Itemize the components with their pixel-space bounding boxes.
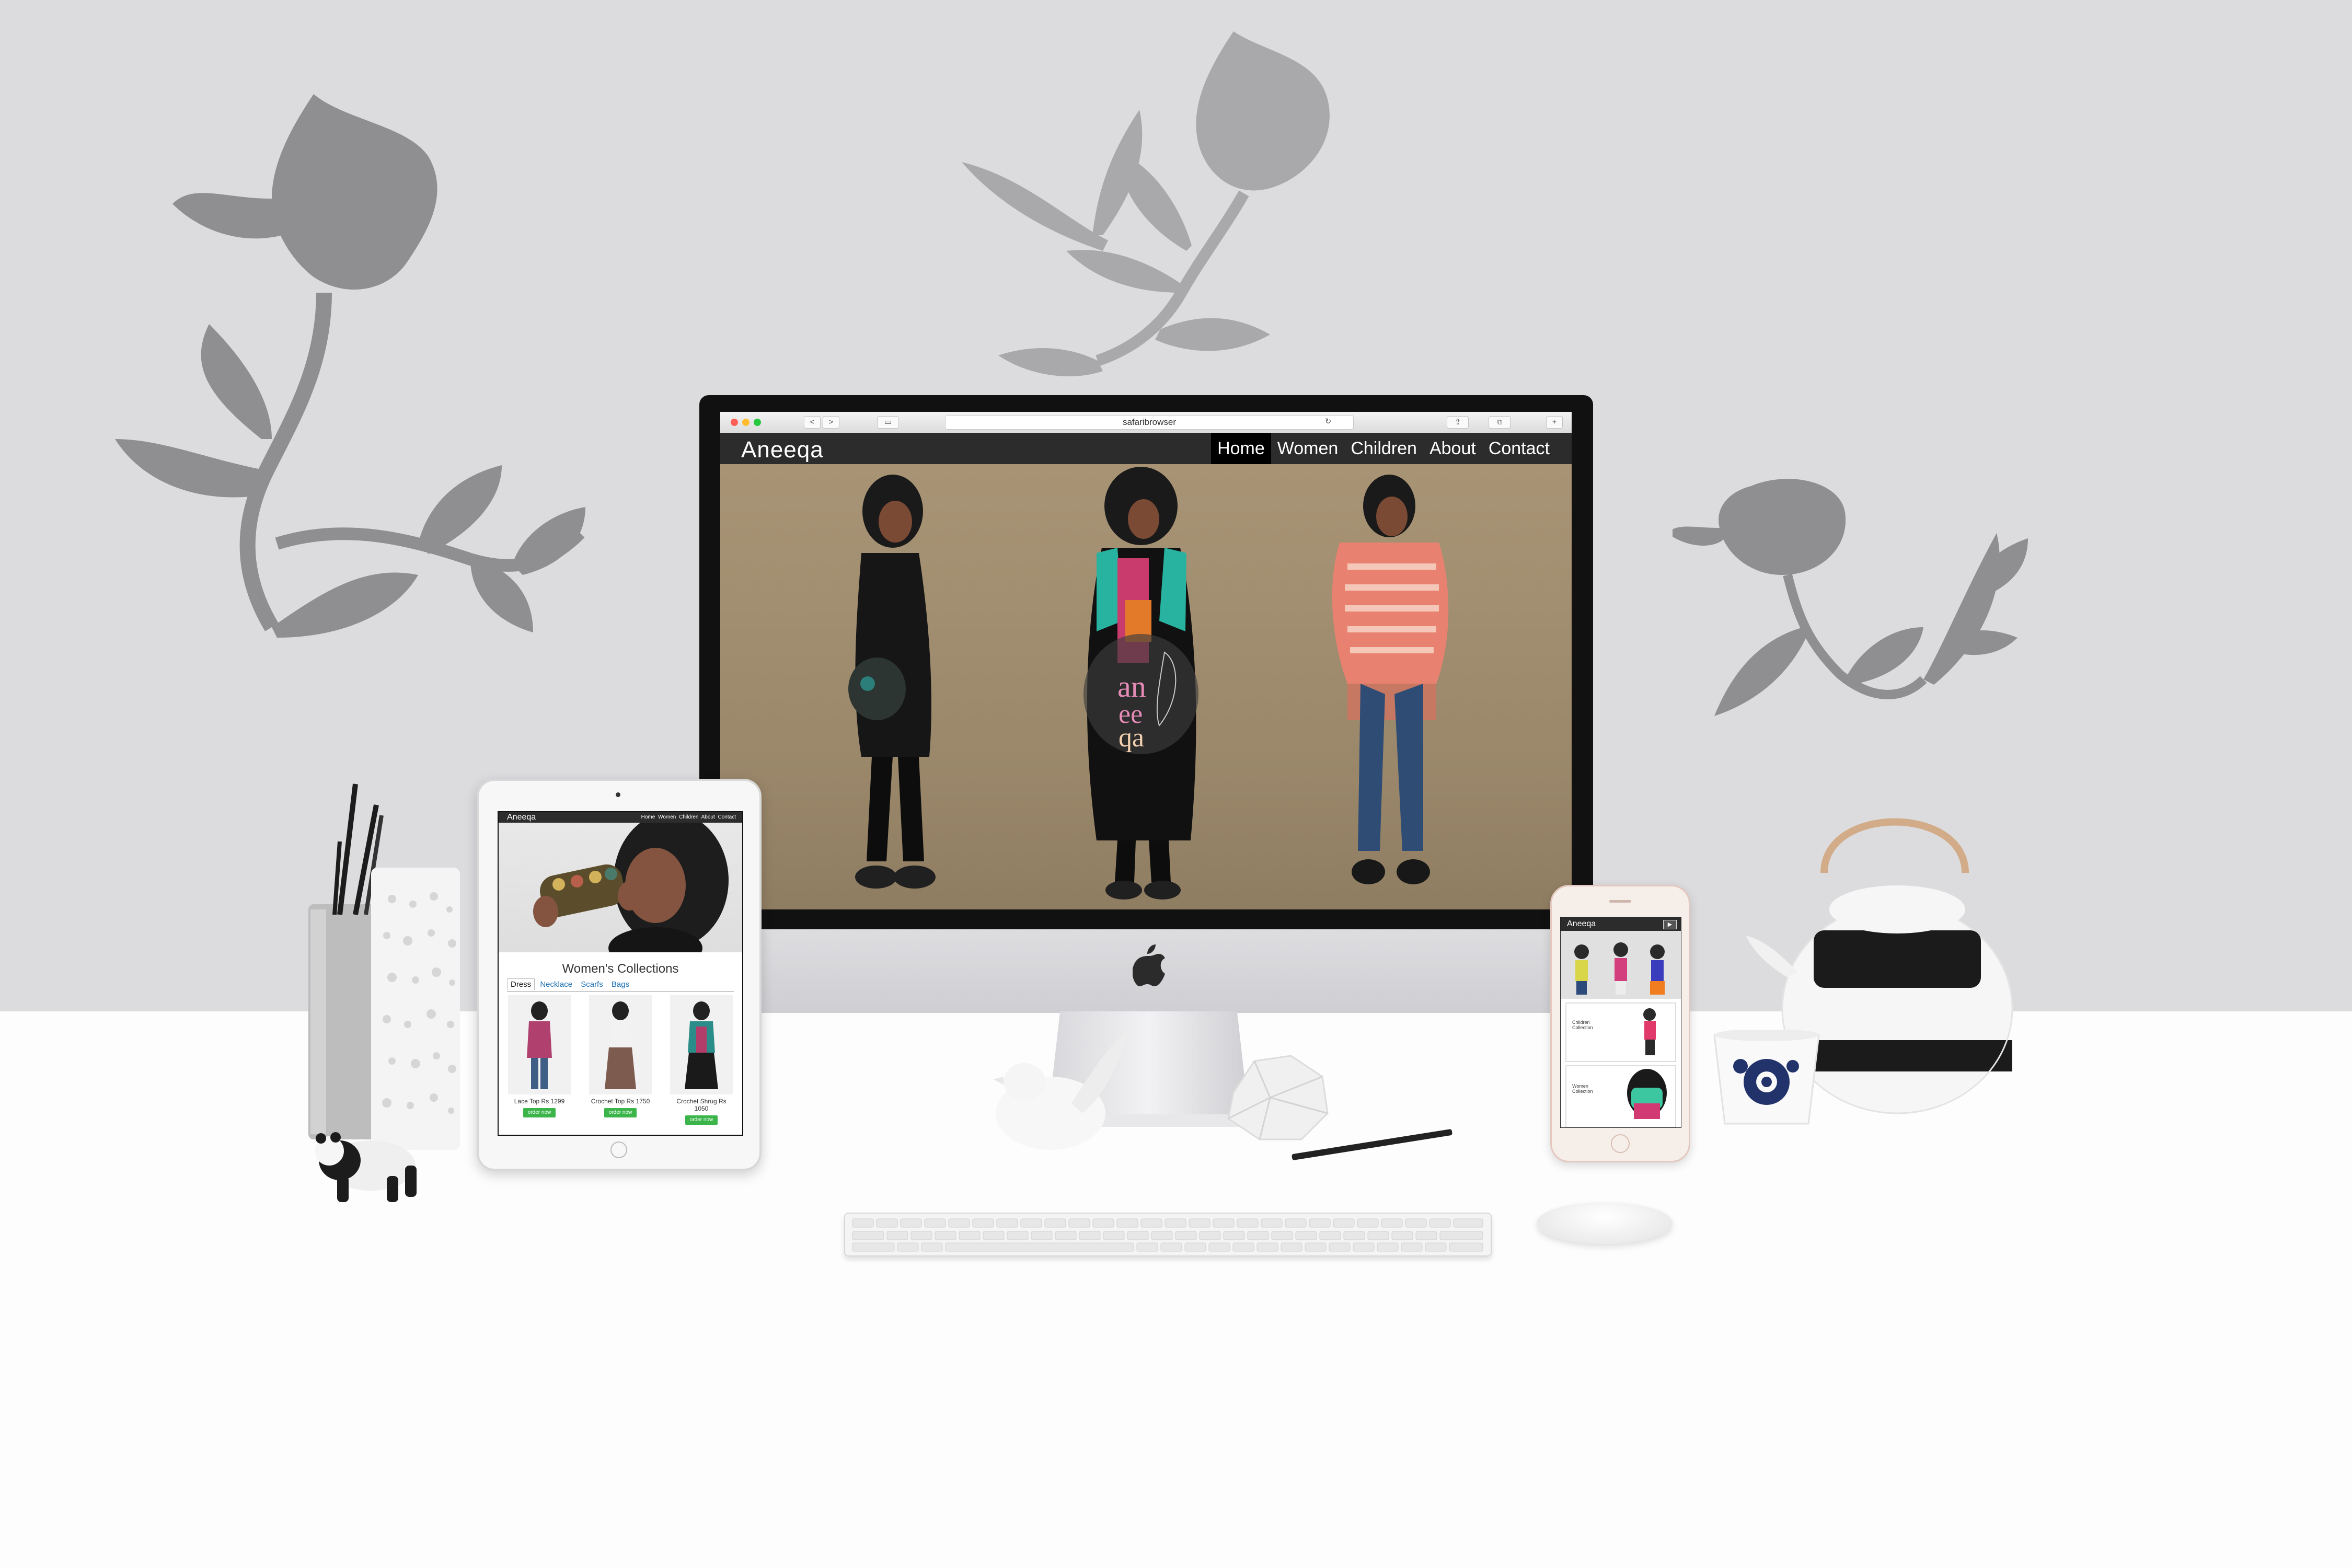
scene: < > ▭ safaribrowser ↻ ⇪ ⧉ + Aneeqa Home … [0,0,2352,1568]
model-center: an ee qa [1083,467,1198,900]
site-menu: Home Women Children About Contact [1211,433,1556,464]
flower-silhouette-top-center [962,31,1330,376]
ipad-screen: Aneeqa Home Women Children About Contact… [498,811,743,1136]
crumpled-paper [1227,1055,1329,1140]
menu-item-children[interactable]: Children [1344,433,1423,464]
product-image[interactable] [589,995,652,1094]
product-caption: Crochet Top Rs 1750 [591,1098,650,1105]
aneeqa-logo-overlay: an [1117,670,1146,704]
address-bar[interactable]: safaribrowser [945,415,1354,430]
svg-text:qa: qa [1119,723,1144,753]
ipad-device: Aneeqa Home Women Children About Contact… [477,779,762,1171]
menu-item-women[interactable]: Women [1271,433,1345,464]
minimize-window-button[interactable] [742,419,750,426]
tab-bags[interactable]: Bags [608,979,632,990]
collection-title: Women's Collections [562,962,679,976]
bird-figurine [993,1030,1129,1150]
collection-tabs: Dress Necklace Scarfs Bags [507,978,734,992]
menu-item-contact[interactable]: Contact [1482,433,1556,464]
address-bar-text: safaribrowser [1122,417,1177,427]
product-image[interactable] [508,995,571,1094]
site-navbar: Aneeqa Home Women Children About Contact [720,433,1572,464]
reload-icon[interactable]: ↻ [1321,416,1335,428]
apple-logo-icon [1133,944,1165,986]
tablet-brand[interactable]: Aneeqa [507,813,536,822]
phone-brand[interactable]: Aneeqa [1567,919,1596,929]
model-left [848,475,936,889]
tea-cup [1713,1030,1820,1125]
tab-scarfs[interactable]: Scarfs [578,979,606,990]
flower-silhouette-right [1673,479,2028,716]
tab-dress[interactable]: Dress [507,978,535,990]
menu-item-about[interactable]: About [1423,433,1482,464]
order-now-button[interactable]: order now [685,1115,718,1125]
keyboard [844,1213,1492,1256]
close-window-button[interactable] [731,419,738,426]
iphone-speaker [1609,900,1631,903]
model-right [1332,475,1449,884]
phone-navbar: Aneeqa ▶ [1561,917,1681,931]
browser-chrome: < > ▭ safaribrowser ↻ ⇪ ⧉ + [720,412,1572,433]
forward-button[interactable]: > [823,416,839,429]
tablet-navbar: Aneeqa Home Women Children About Contact [499,812,742,823]
menu-icon[interactable]: ▶ [1663,920,1677,929]
product-caption: Lace Top Rs 1299 [514,1098,565,1105]
sidebar-icon[interactable]: ▭ [877,416,899,429]
tablet-menu[interactable]: Home Women Children About Contact [641,814,736,820]
tab-necklace[interactable]: Necklace [537,979,575,990]
ipad-camera [616,792,620,797]
maximize-window-button[interactable] [754,419,761,426]
tablet-hero-image [533,812,729,969]
hero-banner: an ee qa [720,464,1572,909]
share-icon[interactable]: ⇪ [1447,416,1469,429]
tablet-hero-photo [499,812,742,969]
panda-figurine [315,1132,417,1202]
back-button[interactable]: < [804,416,821,429]
imac-screen: < > ▭ safaribrowser ↻ ⇪ ⧉ + Aneeqa Home … [720,412,1572,909]
flower-silhouette-left [115,94,585,638]
product-image[interactable] [670,995,733,1094]
hero-models-photo: an ee qa [848,467,1449,900]
magic-mouse [1537,1202,1673,1244]
product-card: Crochet Top Rs 1750 order now [589,995,652,1117]
product-card: Lace Top Rs 1299 order now [508,995,571,1117]
order-now-button[interactable]: order now [523,1108,556,1117]
site-brand[interactable]: Aneeqa [741,437,824,463]
menu-item-home[interactable]: Home [1211,433,1271,464]
women-collection-label[interactable]: Women Collection [1572,1083,1604,1094]
iphone-home-button[interactable] [1611,1134,1630,1153]
children-collection-label[interactable]: Children Collection [1572,1020,1604,1030]
tabs-icon[interactable]: ⧉ [1489,416,1511,429]
ipad-home-button[interactable] [610,1142,627,1158]
iphone-screen: Aneeqa ▶ Children Collection Women Colle… [1560,917,1681,1128]
new-tab-icon[interactable]: + [1546,416,1563,429]
product-caption: Crochet Shrug Rs 1050 [676,1098,727,1112]
iphone-device: Aneeqa ▶ Children Collection Women Colle… [1550,885,1690,1162]
pen-holder [308,783,460,1150]
order-now-button[interactable]: order now [604,1108,637,1117]
product-card: Crochet Shrug Rs 1050 order now [670,995,733,1125]
